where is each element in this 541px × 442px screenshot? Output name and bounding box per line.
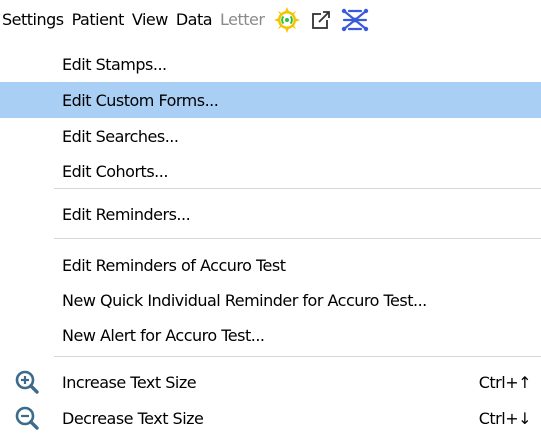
menu-separator [54, 356, 541, 357]
menu-item-label: Edit Reminders of Accuro Test [62, 255, 286, 275]
settings-dropdown-menu: Edit Stamps... Edit Custom Forms... Edit… [0, 40, 541, 442]
menu-letter: Letter [220, 10, 265, 29]
menu-item-decrease-text-size[interactable]: Decrease Text Size Ctrl+↓ [0, 400, 541, 436]
shortcut-label: Ctrl+↑ [478, 372, 532, 392]
menu-patient[interactable]: Patient [72, 0, 125, 40]
menu-settings[interactable]: Settings [2, 0, 64, 40]
menu-item-edit-custom-forms[interactable]: Edit Custom Forms... [0, 82, 541, 118]
menu-item-label: Edit Cohorts... [62, 161, 168, 181]
menu-item-label: Edit Reminders... [62, 204, 191, 224]
menu-item-label: Edit Searches... [62, 126, 179, 146]
menu-item-label: Edit Stamps... [62, 54, 167, 74]
menu-item-edit-cohorts[interactable]: Edit Cohorts... [0, 153, 541, 189]
menu-item-label: Edit Custom Forms... [62, 90, 219, 110]
external-link-icon[interactable] [306, 5, 336, 35]
broadcast-icon[interactable] [272, 5, 302, 35]
menu-item-label: New Quick Individual Reminder for Accuro… [62, 290, 427, 310]
network-icon[interactable] [340, 5, 370, 35]
menu-data[interactable]: Data [176, 0, 213, 40]
menu-item-edit-reminders-of-patient[interactable]: Edit Reminders of Accuro Test [0, 247, 541, 283]
menu-separator [54, 238, 541, 239]
shortcut-label: Ctrl+↓ [478, 408, 532, 428]
zoom-in-icon [14, 369, 40, 395]
menu-item-label: Increase Text Size [62, 372, 197, 392]
menu-separator [54, 188, 541, 189]
menu-item-edit-searches[interactable]: Edit Searches... [0, 118, 541, 154]
menu-item-edit-reminders[interactable]: Edit Reminders... [0, 196, 541, 232]
menu-bar: Settings Patient View Data Letter [0, 0, 541, 40]
menu-view[interactable]: View [132, 0, 168, 40]
menu-item-increase-text-size[interactable]: Increase Text Size Ctrl+↑ [0, 364, 541, 400]
menu-item-label: New Alert for Accuro Test... [62, 325, 265, 345]
menu-item-label: Decrease Text Size [62, 408, 204, 428]
menu-item-new-quick-individual-reminder[interactable]: New Quick Individual Reminder for Accuro… [0, 282, 541, 318]
menu-item-new-alert[interactable]: New Alert for Accuro Test... [0, 317, 541, 353]
zoom-out-icon [14, 405, 40, 431]
menu-item-edit-stamps[interactable]: Edit Stamps... [0, 46, 541, 82]
